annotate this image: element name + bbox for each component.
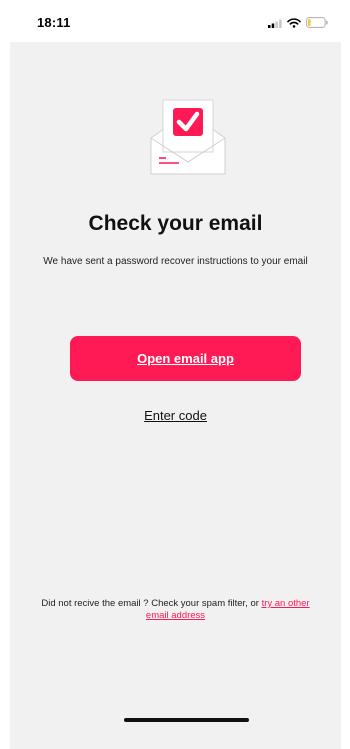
enter-code-link[interactable]: Enter code [10,408,341,423]
battery-icon [306,15,328,33]
signal-icon [268,15,282,33]
resend-note: Did not recive the email ? Check your sp… [30,598,321,622]
check-email-screen: Check your email We have sent a password… [10,42,341,749]
open-email-app-label: Open email app [137,351,234,366]
page-title: Check your email [88,212,263,235]
resend-note-text: Did not recive the email ? Check your sp… [41,598,259,609]
phone-screen: 18:11 Check your email We have sent a pa… [0,0,350,749]
open-email-app-button[interactable]: Open email app [70,336,301,381]
status-icons [268,15,328,33]
status-time: 18:11 [37,15,71,30]
status-bar: 18:11 [0,0,350,42]
envelope-check-icon [141,96,235,176]
instructions-text: We have sent a password recover instruct… [43,256,308,267]
wifi-icon [287,15,301,33]
home-indicator[interactable] [124,718,249,722]
